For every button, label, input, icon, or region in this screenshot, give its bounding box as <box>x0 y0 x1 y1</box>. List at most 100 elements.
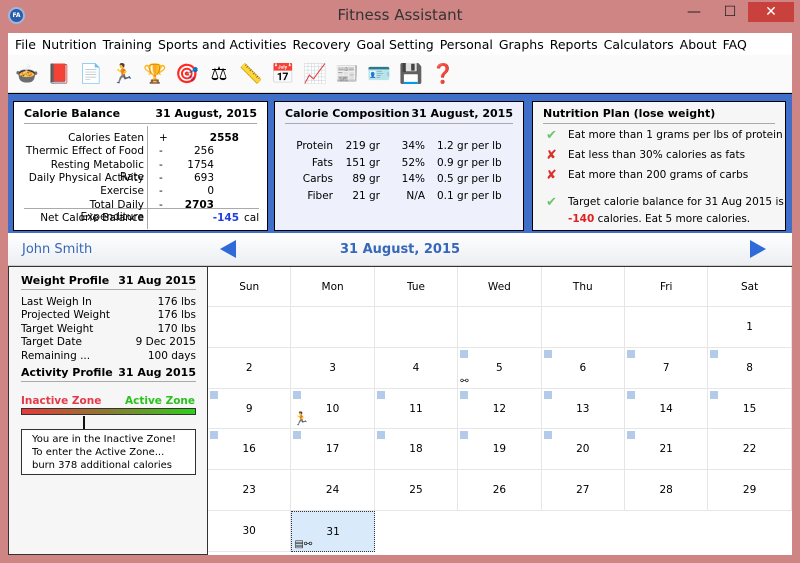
balance-value: 693 <box>193 171 214 184</box>
calendar-empty-cell[interactable] <box>374 307 459 348</box>
calendar-day[interactable]: 12 <box>458 388 542 430</box>
minimize-button[interactable]: — <box>680 2 708 22</box>
menu-nutrition[interactable]: Nutrition <box>39 37 100 52</box>
export-save-icon[interactable]: 💾 <box>396 59 426 89</box>
date-navigation: John Smith 31 August, 2015 <box>8 233 792 266</box>
day-number: 1 <box>746 321 753 333</box>
menu-about[interactable]: About <box>677 37 720 52</box>
scale-icon[interactable]: ⚖ <box>204 59 234 89</box>
zone-message-line: burn 378 additional calories <box>32 460 173 471</box>
calendar-day[interactable]: 14 <box>625 388 709 430</box>
next-month-arrow-icon[interactable] <box>750 240 766 258</box>
plan-item: Eat more than 200 grams of carbs <box>568 169 749 181</box>
calendar-day[interactable]: 28 <box>625 470 709 511</box>
balance-value: 2703 <box>184 198 214 211</box>
calendar-day[interactable]: 10 🏃 <box>291 388 375 430</box>
calendar-day[interactable]: 24 <box>291 470 375 511</box>
calendar-empty-cell[interactable] <box>458 307 542 348</box>
menu-goal-setting[interactable]: Goal Setting <box>354 37 437 52</box>
composition-cell: N/A <box>406 190 425 203</box>
calendar-empty-cell[interactable] <box>208 307 292 348</box>
inactive-zone-label: Inactive Zone <box>21 395 102 407</box>
composition-cell: 219 gr <box>345 140 380 152</box>
calendar-icon[interactable]: 📅 <box>268 59 298 89</box>
day-number: 18 <box>409 443 423 456</box>
menu-file[interactable]: File <box>12 37 39 52</box>
calendar-day[interactable]: 7 <box>625 347 709 389</box>
menu-training[interactable]: Training <box>100 37 155 52</box>
day-marker <box>627 349 635 358</box>
calendar-day[interactable]: 23 <box>208 470 292 511</box>
composition-cell: Fats <box>311 156 333 169</box>
menu-faq[interactable]: FAQ <box>720 37 750 52</box>
calendar-day[interactable]: 8 <box>708 347 792 389</box>
running-icon[interactable]: 🏃 <box>108 59 138 89</box>
calendar-day[interactable]: 6 <box>541 347 625 389</box>
calendar-day[interactable]: 17 <box>291 429 375 471</box>
calendar-day[interactable]: 16 <box>208 429 292 471</box>
calendar-day[interactable]: 1 <box>708 307 792 348</box>
target-icon[interactable]: 🎯 <box>172 59 202 89</box>
calendar-day[interactable]: 26 <box>458 470 542 511</box>
calendar-day[interactable]: 15 <box>708 388 792 430</box>
day-number: 16 <box>242 443 256 456</box>
calendar-day[interactable]: 22 <box>708 429 792 471</box>
card-date: 31 August, 2015 <box>411 107 513 120</box>
weight-label: Projected Weight <box>21 309 110 322</box>
calendar-day[interactable]: 2 <box>208 347 292 389</box>
recipe-book-icon[interactable]: 📕 <box>44 59 74 89</box>
calendar-day[interactable]: 29 <box>708 470 792 511</box>
profile-card-icon[interactable]: 🪪 <box>364 59 394 89</box>
calendar-day[interactable]: 3 <box>291 347 375 389</box>
calendar-empty-cell[interactable] <box>625 307 709 348</box>
calendar-day[interactable]: 25 <box>374 470 459 511</box>
help-icon[interactable]: ❓ <box>428 59 458 89</box>
calendar-day[interactable]: 31 ▤⚯ <box>291 511 375 552</box>
composition-cell: Fiber <box>307 190 333 203</box>
menu-calculators[interactable]: Calculators <box>601 37 677 52</box>
calendar-day[interactable]: 21 <box>625 429 709 471</box>
calendar-day[interactable]: 4 <box>374 347 459 389</box>
menu-bar: File Nutrition Training Sports and Activiti… <box>8 33 792 55</box>
trophy-icon[interactable]: 🏆 <box>140 59 170 89</box>
measuring-tape-icon[interactable]: 📏 <box>236 59 266 89</box>
weekday-header: Mon <box>291 267 375 307</box>
weekday-header: Tue <box>374 267 459 307</box>
report-icon[interactable]: 📰 <box>332 59 362 89</box>
calendar-day[interactable]: 30 <box>208 511 292 552</box>
calendar-empty-cell[interactable] <box>541 307 625 348</box>
menu-reports[interactable]: Reports <box>547 37 601 52</box>
balance-value: 2558 <box>209 132 239 144</box>
maximize-button[interactable]: ☐ <box>716 2 744 22</box>
calendar-day[interactable]: 9 <box>208 388 292 430</box>
calendar-day[interactable]: 5 ⚯ <box>458 347 542 389</box>
dumbbell-icon: ⚯ <box>460 375 469 387</box>
calendar-day[interactable]: 18 <box>374 429 459 471</box>
menu-recovery[interactable]: Recovery <box>290 37 354 52</box>
workout-log-icon[interactable]: 📄 <box>76 59 106 89</box>
food-icon[interactable]: 🍲 <box>12 59 42 89</box>
day-marker <box>210 431 218 440</box>
day-number: 23 <box>242 484 256 497</box>
calendar-empty-cell[interactable] <box>291 307 375 348</box>
day-number: 31 <box>326 526 340 538</box>
menu-sports-and-activities[interactable]: Sports and Activities <box>155 37 290 52</box>
check-icon: ✔ <box>546 195 557 210</box>
day-number: 15 <box>742 402 757 415</box>
day-number: 28 <box>659 484 673 497</box>
menu-graphs[interactable]: Graphs <box>496 37 547 52</box>
close-button[interactable]: ✕ <box>748 2 794 22</box>
balance-sign: - <box>159 145 163 158</box>
target-line-1: Target calorie balance for 31 Aug 2015 i… <box>568 196 784 208</box>
cross-icon: ✘ <box>546 168 557 183</box>
menu-personal[interactable]: Personal <box>437 37 496 52</box>
calendar-day[interactable]: 27 <box>541 470 625 511</box>
calendar-day[interactable]: 13 <box>541 388 625 430</box>
calendar-day[interactable]: 11 <box>374 388 459 430</box>
day-marker <box>627 431 635 440</box>
calendar-day[interactable]: 20 <box>541 429 625 471</box>
line-chart-icon[interactable]: 📈 <box>300 59 330 89</box>
day-number: 7 <box>662 361 670 374</box>
day-number: 29 <box>742 484 757 497</box>
calendar-day[interactable]: 19 <box>458 429 542 471</box>
